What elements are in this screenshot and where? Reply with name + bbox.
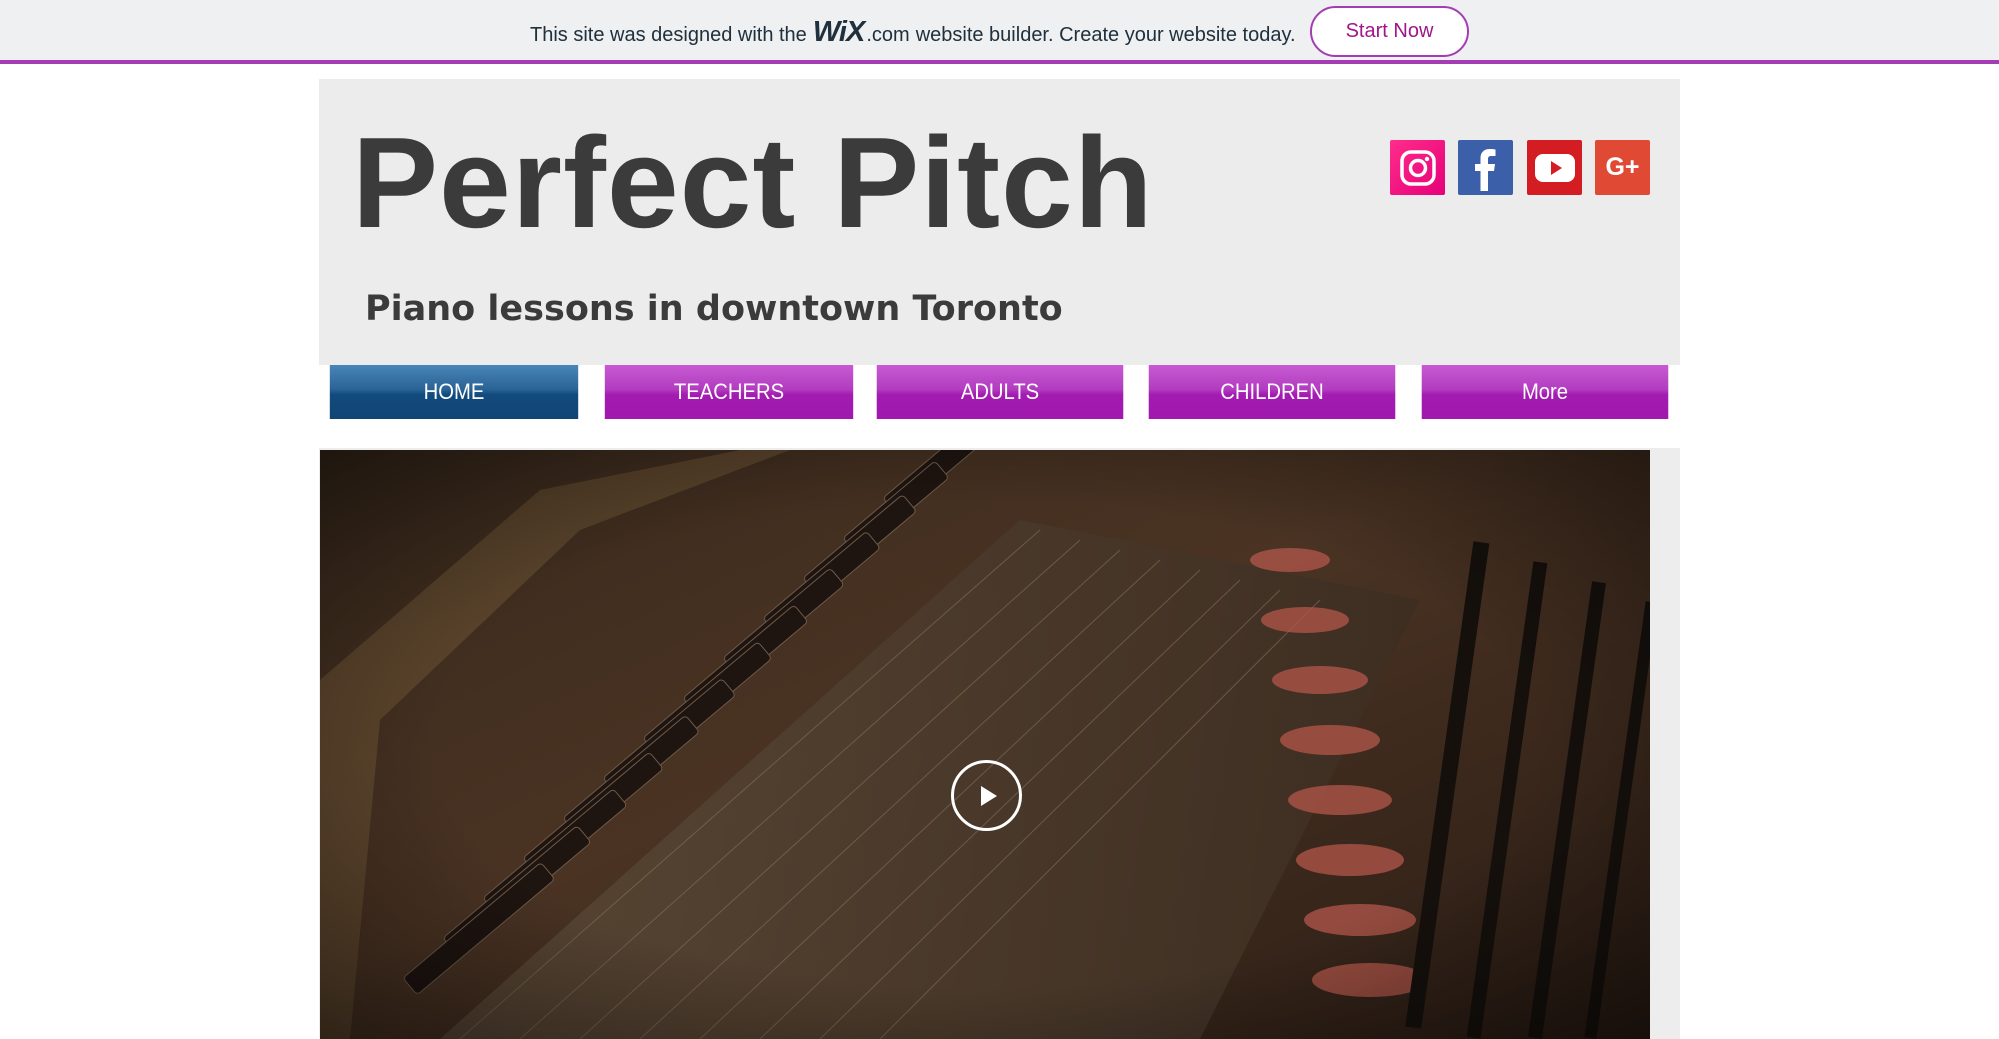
nav-item-teachers[interactable]: TEACHERS (604, 365, 854, 419)
piano-video[interactable] (320, 450, 1650, 1039)
wix-logo-suffix: .com (866, 24, 910, 46)
youtube-icon[interactable] (1527, 140, 1582, 195)
banner-text-before: This site was designed with the (530, 24, 807, 46)
wix-promo-message: This site was designed with the WiX .com… (530, 16, 1296, 49)
play-button[interactable] (951, 760, 1022, 831)
site-tagline: Piano lessons in downtown Toronto (365, 289, 1063, 329)
piano-interior-image (320, 450, 1650, 1039)
site-title[interactable]: Perfect Pitch (352, 109, 1154, 257)
nav-item-home[interactable]: HOME (329, 365, 579, 419)
facebook-icon[interactable] (1458, 140, 1513, 195)
instagram-icon[interactable] (1390, 140, 1445, 195)
wix-promo-banner: This site was designed with the WiX .com… (0, 0, 1999, 64)
main-nav: HOME TEACHERS ADULTS CHILDREN More (319, 365, 1679, 419)
banner-text-rest: website builder. Create your website tod… (915, 24, 1296, 46)
nav-item-adults[interactable]: ADULTS (876, 365, 1124, 419)
site-header: Perfect Pitch Piano lessons in downtown … (319, 79, 1680, 365)
play-icon (980, 785, 997, 806)
nav-item-children[interactable]: CHILDREN (1148, 365, 1396, 419)
google-plus-label: G+ (1605, 153, 1640, 181)
start-now-button[interactable]: Start Now (1310, 6, 1469, 57)
google-plus-icon[interactable]: G+ (1595, 140, 1650, 195)
wix-logo[interactable]: WiX (813, 16, 866, 49)
nav-item-more[interactable]: More (1421, 365, 1669, 419)
